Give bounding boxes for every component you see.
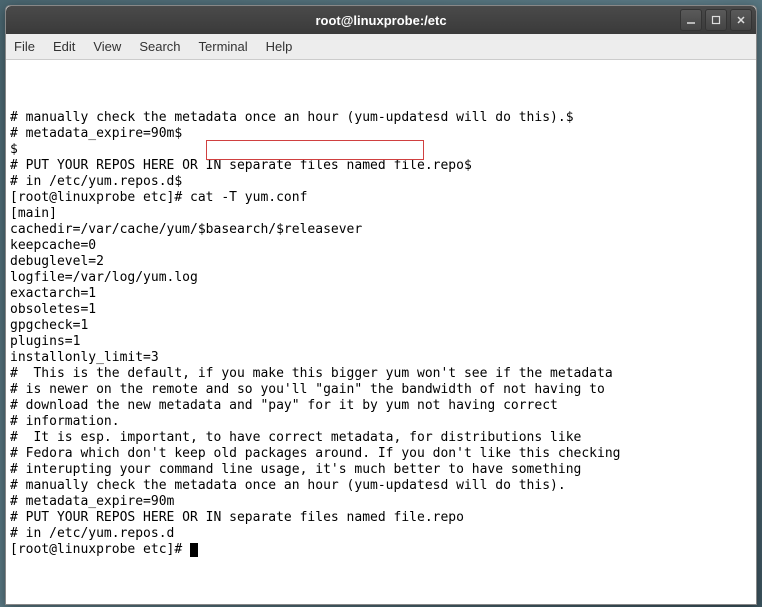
terminal-line: # manually check the metadata once an ho… (10, 478, 752, 494)
terminal-line: keepcache=0 (10, 238, 752, 254)
terminal-area[interactable]: # manually check the metadata once an ho… (6, 60, 756, 604)
cursor (190, 543, 198, 557)
terminal-line: cachedir=/var/cache/yum/$basearch/$relea… (10, 222, 752, 238)
terminal-line: exactarch=1 (10, 286, 752, 302)
terminal-line: # metadata_expire=90m$ (10, 126, 752, 142)
terminal-line: obsoletes=1 (10, 302, 752, 318)
menu-help[interactable]: Help (266, 39, 293, 54)
terminal-line: # PUT YOUR REPOS HERE OR IN separate fil… (10, 158, 752, 174)
terminal-line: logfile=/var/log/yum.log (10, 270, 752, 286)
terminal-line: $ (10, 142, 752, 158)
menu-edit[interactable]: Edit (53, 39, 75, 54)
terminal-window: root@linuxprobe:/etc File Edit View Sear… (5, 5, 757, 605)
menu-file[interactable]: File (14, 39, 35, 54)
terminal-line: debuglevel=2 (10, 254, 752, 270)
window-controls (680, 9, 752, 31)
terminal-line: [main] (10, 206, 752, 222)
terminal-line: # in /etc/yum.repos.d (10, 526, 752, 542)
menu-terminal[interactable]: Terminal (199, 39, 248, 54)
terminal-line: [root@linuxprobe etc]# (10, 542, 752, 558)
window-title: root@linuxprobe:/etc (315, 13, 446, 28)
terminal-line: # download the new metadata and "pay" fo… (10, 398, 752, 414)
menubar: File Edit View Search Terminal Help (6, 34, 756, 60)
terminal-line: # information. (10, 414, 752, 430)
terminal-line: # manually check the metadata once an ho… (10, 110, 752, 126)
minimize-icon (686, 15, 696, 25)
minimize-button[interactable] (680, 9, 702, 31)
titlebar[interactable]: root@linuxprobe:/etc (6, 6, 756, 34)
terminal-line: # is newer on the remote and so you'll "… (10, 382, 752, 398)
terminal-line: # Fedora which don't keep old packages a… (10, 446, 752, 462)
menu-view[interactable]: View (93, 39, 121, 54)
menu-search[interactable]: Search (139, 39, 180, 54)
terminal-line: # in /etc/yum.repos.d$ (10, 174, 752, 190)
terminal-line: # This is the default, if you make this … (10, 366, 752, 382)
maximize-button[interactable] (705, 9, 727, 31)
terminal-line: [root@linuxprobe etc]# cat -T yum.conf (10, 190, 752, 206)
maximize-icon (711, 15, 721, 25)
terminal-line: # PUT YOUR REPOS HERE OR IN separate fil… (10, 510, 752, 526)
terminal-line: installonly_limit=3 (10, 350, 752, 366)
terminal-line: gpgcheck=1 (10, 318, 752, 334)
terminal-line: # interupting your command line usage, i… (10, 462, 752, 478)
terminal-line: # metadata_expire=90m (10, 494, 752, 510)
terminal-line: plugins=1 (10, 334, 752, 350)
close-button[interactable] (730, 9, 752, 31)
terminal-line: # It is esp. important, to have correct … (10, 430, 752, 446)
close-icon (736, 15, 746, 25)
